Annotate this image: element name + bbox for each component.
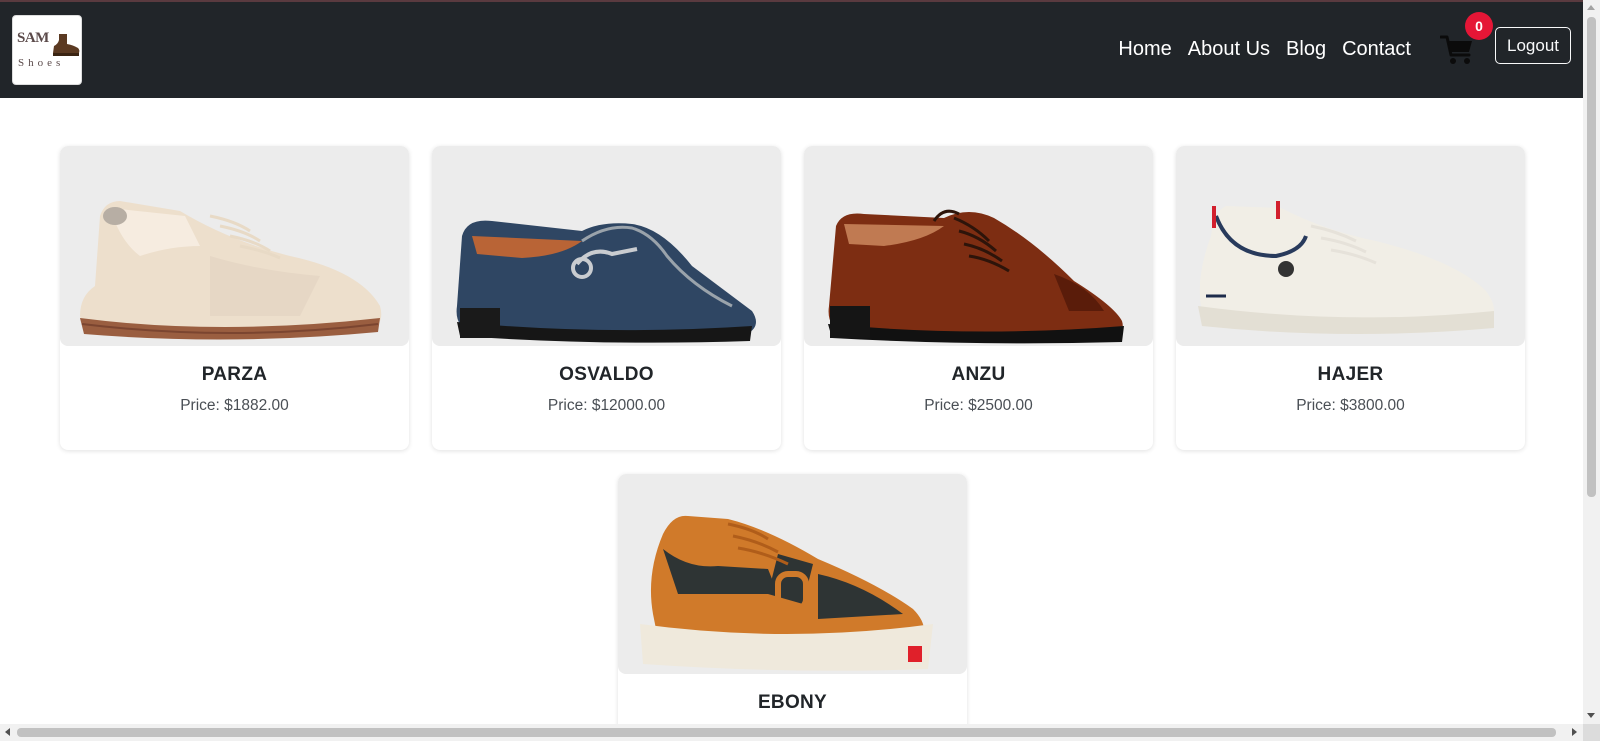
vertical-scroll-thumb[interactable]: [1587, 17, 1596, 497]
logo-text-bottom: Shoes: [18, 57, 65, 69]
product-price: Price: $3800.00: [1296, 397, 1405, 414]
cart-count-badge: 0: [1465, 12, 1493, 40]
horizontal-scrollbar[interactable]: [0, 724, 1583, 741]
scroll-up-arrow-icon[interactable]: [1587, 5, 1595, 10]
product-card-ebony[interactable]: EBONY: [618, 474, 967, 724]
nav-contact[interactable]: Contact: [1342, 38, 1411, 61]
product-name: PARZA: [201, 364, 268, 385]
scrollbar-corner: [1583, 724, 1600, 741]
product-price: Price: $1882.00: [180, 397, 289, 414]
page-viewport: SAM Shoes Home About Us Blog Contact 0 L…: [0, 0, 1583, 724]
scroll-left-arrow-icon[interactable]: [5, 728, 10, 736]
product-name: EBONY: [757, 692, 828, 713]
shopping-cart-icon[interactable]: [1440, 34, 1474, 66]
beige-sneaker-image[interactable]: [60, 146, 409, 346]
white-sneaker-image[interactable]: [1176, 146, 1525, 346]
product-card-anzu[interactable]: ANZU Price: $2500.00: [804, 146, 1153, 450]
product-card-parza[interactable]: PARZA Price: $1882.00: [60, 146, 409, 450]
product-name: ANZU: [951, 364, 1006, 385]
horizontal-scroll-thumb[interactable]: [17, 728, 1556, 737]
brand-logo[interactable]: SAM Shoes: [12, 15, 82, 85]
product-card-hajer[interactable]: HAJER Price: $3800.00: [1176, 146, 1525, 450]
product-name: OSVALDO: [559, 364, 654, 385]
brown-oxford-shoe-image[interactable]: [804, 146, 1153, 346]
logo-text-top: SAM: [17, 30, 49, 46]
scroll-right-arrow-icon[interactable]: [1572, 728, 1577, 736]
product-name: HAJER: [1317, 364, 1384, 385]
orange-black-sneaker-image[interactable]: [618, 474, 967, 674]
nav-home[interactable]: Home: [1118, 38, 1171, 61]
navy-suede-loafer-image[interactable]: [432, 146, 781, 346]
scroll-down-arrow-icon[interactable]: [1587, 713, 1595, 718]
vertical-scrollbar[interactable]: [1583, 0, 1600, 724]
logout-button[interactable]: Logout: [1495, 27, 1571, 64]
navbar: SAM Shoes Home About Us Blog Contact: [0, 2, 1583, 98]
nav-about-us[interactable]: About Us: [1188, 38, 1270, 61]
product-card-osvaldo[interactable]: OSVALDO Price: $12000.00: [432, 146, 781, 450]
boot-logo-icon: [53, 34, 80, 56]
product-price: Price: $12000.00: [547, 397, 666, 414]
product-price: Price: $2500.00: [924, 397, 1033, 414]
nav-links: Home About Us Blog Contact: [1118, 38, 1411, 61]
nav-blog[interactable]: Blog: [1286, 38, 1326, 61]
